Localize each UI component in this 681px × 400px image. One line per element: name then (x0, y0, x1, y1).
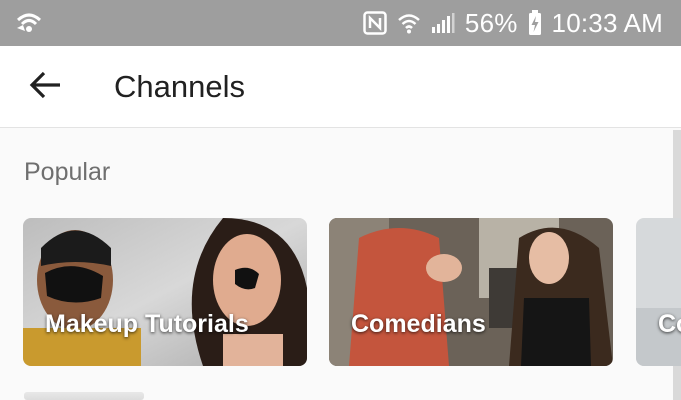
back-button[interactable] (22, 64, 68, 110)
page-title: Channels (114, 69, 245, 104)
channel-card-comedians[interactable]: Comedians (329, 218, 613, 366)
next-section-title (24, 392, 144, 400)
channel-thumbnail (23, 218, 307, 366)
wifi-calling-icon (14, 10, 44, 41)
channel-label: Makeup Tutorials (45, 310, 249, 338)
signal-icon (431, 12, 455, 34)
clock: 10:33 AM (551, 7, 663, 38)
channel-thumbnail (329, 218, 613, 366)
battery-charging-icon (528, 10, 542, 36)
status-bar: 56% 10:33 AM (0, 0, 681, 46)
channel-card-partial[interactable]: Co (636, 218, 681, 366)
channel-card-makeup-tutorials[interactable]: Makeup Tutorials (23, 218, 307, 366)
arrow-left-icon (28, 70, 62, 105)
nfc-icon (363, 11, 387, 35)
channel-label: Co (658, 310, 681, 338)
wifi-icon (397, 12, 421, 34)
channel-thumbnail (636, 218, 681, 366)
section-title-popular: Popular (24, 158, 111, 186)
channel-label: Comedians (351, 310, 486, 338)
app-bar: Channels (0, 46, 681, 128)
battery-percent: 56% (464, 7, 518, 38)
